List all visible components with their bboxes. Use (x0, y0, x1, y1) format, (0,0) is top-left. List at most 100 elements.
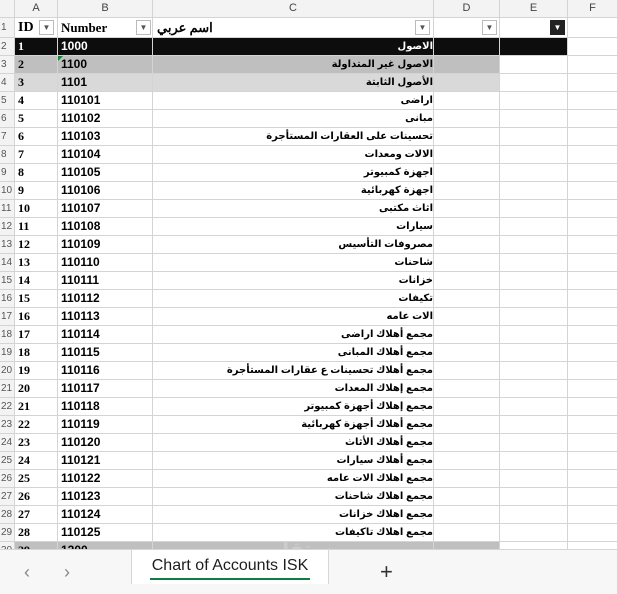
arabic-name-cell[interactable]: سيارات (153, 218, 434, 236)
empty-cell-f[interactable] (568, 308, 617, 326)
empty-cell-d[interactable] (434, 182, 500, 200)
row-header[interactable]: 11 (0, 200, 15, 218)
number-cell[interactable]: 110116 (58, 362, 153, 380)
id-cell[interactable]: 26 (15, 488, 58, 506)
arabic-name-cell[interactable]: مجمع أهلاك تحسينات ع عقارات المستأجرة (153, 362, 434, 380)
empty-cell-f[interactable] (568, 110, 617, 128)
arabic-name-cell[interactable]: اثاث مكتبى (153, 200, 434, 218)
empty-cell-d[interactable] (434, 452, 500, 470)
row-header[interactable]: 26 (0, 470, 15, 488)
empty-cell-d[interactable] (434, 272, 500, 290)
empty-cell-d[interactable] (434, 38, 500, 56)
id-cell[interactable]: 23 (15, 434, 58, 452)
number-cell[interactable]: 110125 (58, 524, 153, 542)
empty-cell-e[interactable] (500, 290, 568, 308)
row-header[interactable]: 19 (0, 344, 15, 362)
empty-cell-e[interactable] (500, 56, 568, 74)
id-cell[interactable]: 20 (15, 380, 58, 398)
empty-cell-f[interactable] (568, 218, 617, 236)
number-cell[interactable]: 110117 (58, 380, 153, 398)
empty-cell-e[interactable] (500, 524, 568, 542)
empty-cell-d[interactable] (434, 308, 500, 326)
filter-dropdown-icon[interactable]: ▼ (482, 20, 497, 35)
arabic-name-cell[interactable]: اراضى (153, 92, 434, 110)
empty-cell-e[interactable] (500, 200, 568, 218)
arabic-name-cell[interactable]: مجمع أهلاك سيارات (153, 452, 434, 470)
sheet-tab-chart-of-accounts[interactable]: Chart of Accounts ISK (131, 550, 329, 584)
empty-cell-f[interactable] (568, 200, 617, 218)
empty-cell-f[interactable] (568, 254, 617, 272)
number-cell[interactable]: 110113 (58, 308, 153, 326)
arabic-name-cell[interactable]: اجهزة كمبيوتر (153, 164, 434, 182)
previous-sheet-chevron-icon[interactable]: ‹ (17, 562, 37, 583)
number-cell[interactable]: 110111 (58, 272, 153, 290)
empty-cell-d[interactable] (434, 74, 500, 92)
number-cell[interactable]: 110112 (58, 290, 153, 308)
empty-cell-f[interactable] (568, 416, 617, 434)
empty-cell-d[interactable] (434, 380, 500, 398)
number-cell[interactable]: 110123 (58, 488, 153, 506)
empty-cell-d[interactable] (434, 110, 500, 128)
empty-cell-f[interactable] (568, 290, 617, 308)
row-header[interactable]: 16 (0, 290, 15, 308)
id-cell[interactable]: 6 (15, 128, 58, 146)
empty-cell-e[interactable] (500, 380, 568, 398)
empty-cell-f[interactable] (568, 92, 617, 110)
empty-cell-d[interactable] (434, 146, 500, 164)
id-cell[interactable]: 27 (15, 506, 58, 524)
empty-cell-d[interactable] (434, 524, 500, 542)
select-all-corner[interactable] (0, 0, 15, 18)
arabic-name-cell[interactable]: مجمع أهلاك المبانى (153, 344, 434, 362)
number-cell[interactable]: 110102 (58, 110, 153, 128)
arabic-name-cell[interactable]: اجهزة كهربائية (153, 182, 434, 200)
arabic-name-cell[interactable]: شاحنات (153, 254, 434, 272)
number-cell[interactable]: 110103 (58, 128, 153, 146)
id-cell[interactable]: 16 (15, 308, 58, 326)
row-header[interactable]: 28 (0, 506, 15, 524)
number-cell[interactable]: 110105 (58, 164, 153, 182)
filter-dropdown-icon[interactable]: ▼ (39, 20, 54, 35)
id-cell[interactable]: 13 (15, 254, 58, 272)
arabic-name-cell[interactable]: مصروفات التأسيس (153, 236, 434, 254)
number-cell[interactable]: 110118 (58, 398, 153, 416)
id-cell[interactable]: 7 (15, 146, 58, 164)
number-cell[interactable]: 110101 (58, 92, 153, 110)
number-cell[interactable]: 110120 (58, 434, 153, 452)
row-header[interactable]: 7 (0, 128, 15, 146)
empty-cell-f[interactable] (568, 146, 617, 164)
row-header[interactable]: 2 (0, 38, 15, 56)
number-cell[interactable]: 110104 (58, 146, 153, 164)
empty-cell-f[interactable] (568, 524, 617, 542)
empty-cell-f[interactable] (568, 236, 617, 254)
empty-cell-e[interactable] (500, 92, 568, 110)
empty-cell-f[interactable] (568, 434, 617, 452)
empty-cell-d[interactable] (434, 362, 500, 380)
number-cell[interactable]: 110106 (58, 182, 153, 200)
id-cell[interactable]: 12 (15, 236, 58, 254)
arabic-name-cell[interactable]: خزانات (153, 272, 434, 290)
column-header-f[interactable]: F (568, 0, 617, 18)
number-cell[interactable]: 110107 (58, 200, 153, 218)
number-header-cell[interactable]: Number ▼ (58, 18, 153, 38)
empty-cell-d[interactable] (434, 236, 500, 254)
arabic-name-cell[interactable]: مبانى (153, 110, 434, 128)
number-cell[interactable]: 110108 (58, 218, 153, 236)
id-cell[interactable]: 25 (15, 470, 58, 488)
empty-cell-f[interactable] (568, 344, 617, 362)
filter-dropdown-icon[interactable]: ▼ (136, 20, 151, 35)
empty-cell-e[interactable] (500, 254, 568, 272)
id-cell[interactable]: 9 (15, 182, 58, 200)
id-cell[interactable]: 15 (15, 290, 58, 308)
row-header[interactable]: 25 (0, 452, 15, 470)
empty-cell-e[interactable] (500, 326, 568, 344)
arabic-name-cell[interactable]: مجمع أهلاك الأثاث (153, 434, 434, 452)
column-header-b[interactable]: B (58, 0, 153, 18)
row-header[interactable]: 9 (0, 164, 15, 182)
row-header[interactable]: 1 (0, 18, 15, 38)
number-cell[interactable]: 110119 (58, 416, 153, 434)
row-header[interactable]: 15 (0, 272, 15, 290)
row-header[interactable]: 5 (0, 92, 15, 110)
empty-cell-e[interactable] (500, 236, 568, 254)
id-cell[interactable]: 10 (15, 200, 58, 218)
empty-cell-e[interactable] (500, 308, 568, 326)
